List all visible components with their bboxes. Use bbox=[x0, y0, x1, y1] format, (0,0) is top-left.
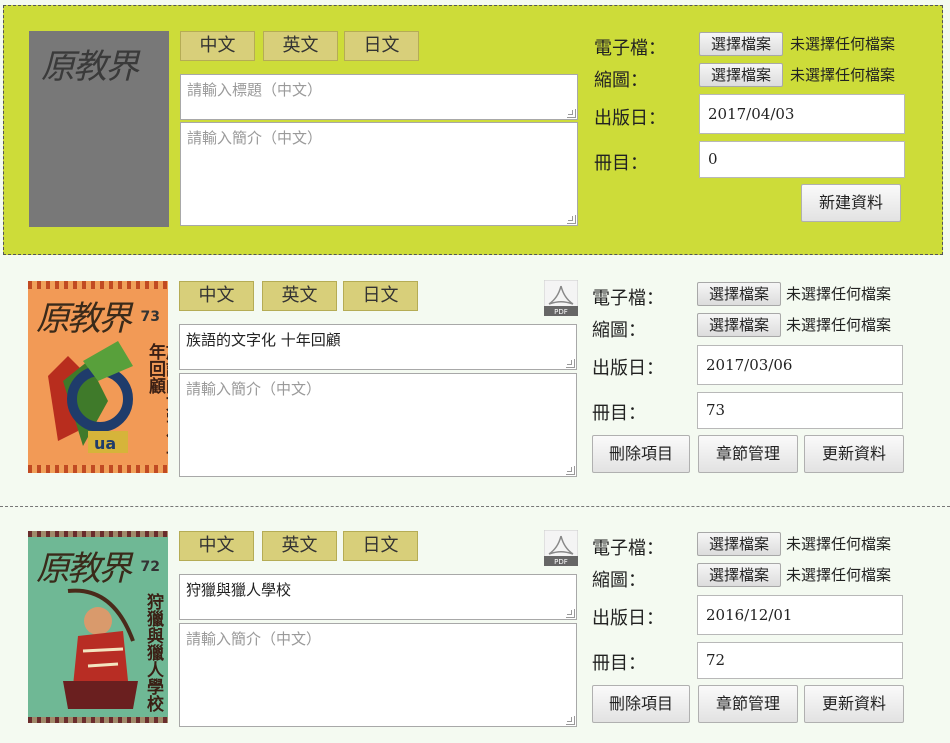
entry-row: 原教界 73 ua 族語的文字化十年回顧 中文 英文 日文 PDF 族語的文字化… bbox=[0, 256, 950, 506]
cover-thumbnail: 原教界 73 ua 族語的文字化十年回顧 bbox=[28, 281, 168, 473]
pubdate-label: 出版日： bbox=[594, 108, 666, 129]
efile-choose-button[interactable]: 選擇檔案 bbox=[697, 282, 781, 306]
volume-label: 冊目： bbox=[594, 153, 648, 174]
resize-handle[interactable] bbox=[566, 716, 575, 725]
efile-status: 未選擇任何檔案 bbox=[790, 35, 896, 53]
svg-text:ua: ua bbox=[94, 434, 116, 453]
create-button[interactable]: 新建資料 bbox=[801, 184, 901, 222]
update-button[interactable]: 更新資料 bbox=[804, 685, 904, 723]
lang-tab-zh[interactable]: 中文 bbox=[179, 281, 254, 311]
pubdate-input[interactable]: 2017/03/06 bbox=[697, 345, 903, 385]
pdf-icon[interactable]: PDF bbox=[543, 279, 579, 317]
volume-input[interactable]: 72 bbox=[697, 642, 903, 679]
thumb-label: 縮圖： bbox=[592, 320, 646, 341]
lang-tab-ja[interactable]: 日文 bbox=[343, 531, 418, 561]
title-input[interactable]: 請輸入標題（中文） bbox=[180, 74, 578, 120]
cover-thumbnail: 原教界 72 狩獵與獵人學校 bbox=[28, 531, 168, 723]
resize-handle[interactable] bbox=[567, 215, 576, 224]
lang-tab-ja[interactable]: 日文 bbox=[344, 31, 419, 61]
resize-handle[interactable] bbox=[567, 109, 576, 118]
cover-headline: 族語的文字化十年回顧 bbox=[145, 343, 168, 462]
lang-tab-ja[interactable]: 日文 bbox=[343, 281, 418, 311]
delete-button[interactable]: 刪除項目 bbox=[592, 685, 690, 723]
pubdate-label: 出版日： bbox=[592, 608, 664, 629]
efile-choose-button[interactable]: 選擇檔案 bbox=[697, 532, 781, 556]
pubdate-input[interactable]: 2017/04/03 bbox=[699, 94, 905, 134]
pdf-icon[interactable]: PDF bbox=[543, 529, 579, 567]
volume-label: 冊目： bbox=[592, 653, 646, 674]
thumb-label: 縮圖： bbox=[594, 70, 648, 91]
svg-text:PDF: PDF bbox=[554, 558, 568, 566]
thumb-status: 未選擇任何檔案 bbox=[786, 566, 892, 584]
lang-tab-zh[interactable]: 中文 bbox=[179, 531, 254, 561]
resize-handle[interactable] bbox=[566, 359, 575, 368]
lang-tab-en[interactable]: 英文 bbox=[263, 31, 338, 61]
volume-input[interactable]: 0 bbox=[699, 141, 905, 178]
thumb-status: 未選擇任何檔案 bbox=[790, 66, 896, 84]
lang-tab-en[interactable]: 英文 bbox=[262, 531, 337, 561]
delete-button[interactable]: 刪除項目 bbox=[592, 435, 690, 473]
thumb-choose-button[interactable]: 選擇檔案 bbox=[697, 563, 781, 587]
title-input[interactable]: 狩獵與獵人學校 bbox=[179, 574, 577, 620]
efile-status: 未選擇任何檔案 bbox=[786, 535, 892, 553]
volume-label: 冊目： bbox=[592, 403, 646, 424]
pubdate-label: 出版日： bbox=[592, 358, 664, 379]
resize-handle[interactable] bbox=[566, 466, 575, 475]
chapters-button[interactable]: 章節管理 bbox=[698, 435, 798, 473]
thumb-label: 縮圖： bbox=[592, 570, 646, 591]
intro-input[interactable]: 請輸入簡介（中文） bbox=[179, 623, 577, 727]
intro-input[interactable]: 請輸入簡介（中文） bbox=[179, 373, 577, 477]
efile-label: 電子檔： bbox=[592, 288, 664, 309]
lang-tab-zh[interactable]: 中文 bbox=[180, 31, 255, 61]
intro-input[interactable]: 請輸入簡介（中文） bbox=[180, 122, 578, 226]
efile-status: 未選擇任何檔案 bbox=[786, 285, 892, 303]
volume-input[interactable]: 73 bbox=[697, 392, 903, 429]
thumb-choose-button[interactable]: 選擇檔案 bbox=[699, 63, 783, 87]
pubdate-input[interactable]: 2016/12/01 bbox=[697, 595, 903, 635]
blank-cover-thumbnail: 原教界 bbox=[29, 31, 169, 227]
new-entry-panel: 原教界 中文 英文 日文 請輸入標題（中文） 請輸入簡介（中文） 電子檔： 選擇… bbox=[3, 5, 943, 255]
entry-row: 原教界 72 狩獵與獵人學校 中文 英文 日文 PDF 狩獵與獵人學校 請輸入簡… bbox=[0, 506, 950, 743]
update-button[interactable]: 更新資料 bbox=[804, 435, 904, 473]
cover-logo: 原教界 bbox=[41, 47, 139, 87]
cover-headline: 狩獵與獵人學校 bbox=[143, 593, 163, 712]
efile-choose-button[interactable]: 選擇檔案 bbox=[699, 32, 783, 56]
title-input[interactable]: 族語的文字化 十年回顧 bbox=[179, 324, 577, 370]
thumb-status: 未選擇任何檔案 bbox=[786, 316, 892, 334]
lang-tab-en[interactable]: 英文 bbox=[262, 281, 337, 311]
efile-label: 電子檔： bbox=[594, 38, 666, 59]
svg-text:PDF: PDF bbox=[554, 308, 568, 316]
thumb-choose-button[interactable]: 選擇檔案 bbox=[697, 313, 781, 337]
efile-label: 電子檔： bbox=[592, 538, 664, 559]
chapters-button[interactable]: 章節管理 bbox=[698, 685, 798, 723]
resize-handle[interactable] bbox=[566, 609, 575, 618]
